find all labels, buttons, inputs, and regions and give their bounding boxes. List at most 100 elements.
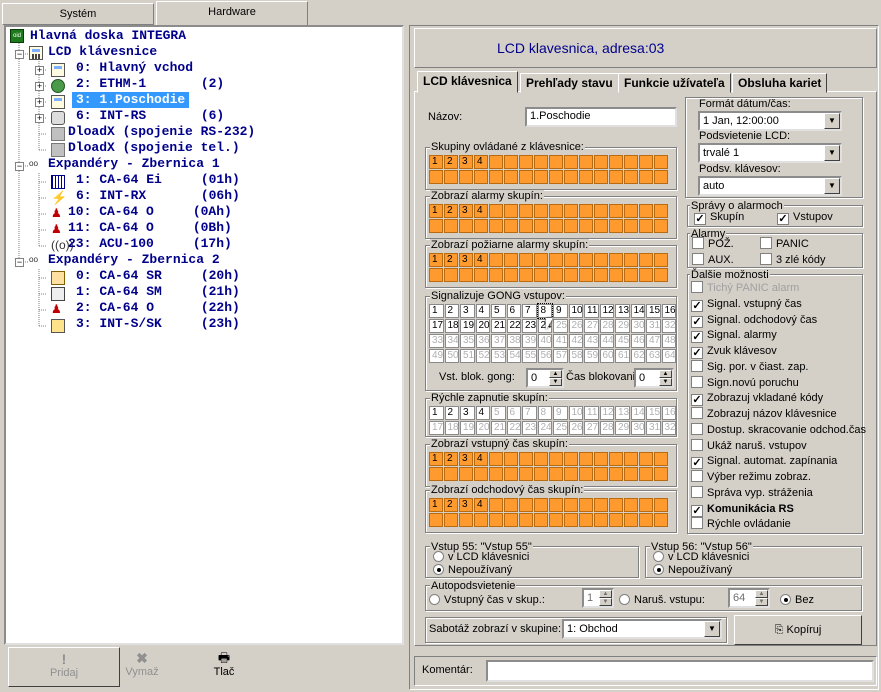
group-cell[interactable] xyxy=(549,170,563,184)
group-cell[interactable]: 4 xyxy=(474,452,488,466)
option-checkbox[interactable]: Dostup. skracovanie odchod.čas xyxy=(691,422,866,437)
group-cell[interactable] xyxy=(429,467,443,481)
group-cell[interactable] xyxy=(624,155,638,169)
gong-input-cell[interactable]: 53 xyxy=(491,349,506,363)
tree-item-expander[interactable]: 3: INT-S/SK (23h) xyxy=(76,316,240,332)
quick-arm-cell[interactable]: 23 xyxy=(522,421,537,435)
quick-arm-cell[interactable]: 32 xyxy=(661,421,676,435)
group-cell[interactable] xyxy=(489,155,503,169)
group-cell[interactable] xyxy=(489,498,503,512)
group-cell[interactable] xyxy=(459,170,473,184)
quick-arm-cell[interactable]: 14 xyxy=(630,406,645,420)
gong-input-cell[interactable]: 61 xyxy=(615,349,630,363)
name-field[interactable]: 1.Poschodie xyxy=(525,107,677,127)
group-cell[interactable] xyxy=(474,219,488,233)
quick-arm-cell[interactable]: 15 xyxy=(646,406,661,420)
auto-backlight-entry-spinner[interactable]: 1 ▲ ▼ xyxy=(582,588,614,608)
group-cell[interactable] xyxy=(654,513,668,527)
option-checkbox[interactable]: Ukáž naruš. vstupov xyxy=(691,438,807,453)
group-cell[interactable] xyxy=(519,155,533,169)
auto-backlight-breach-spinner[interactable]: 64 ▲ ▼ xyxy=(728,588,770,608)
group-cell[interactable] xyxy=(429,268,443,282)
group-cell[interactable] xyxy=(654,219,668,233)
group-cell[interactable] xyxy=(594,498,608,512)
tree-item-keypad-selected[interactable]: 3: 1.Poschodie xyxy=(72,92,190,108)
group-cell[interactable] xyxy=(564,155,578,169)
group-cell[interactable]: 4 xyxy=(474,498,488,512)
chevron-down-icon[interactable]: ▼ xyxy=(824,145,840,161)
wrong-codes-checkbox[interactable]: 3 zlé kódy xyxy=(760,253,826,267)
group-cell[interactable] xyxy=(609,253,623,267)
tree-item-expander[interactable]: 10: CA-64 O (0Ah) xyxy=(68,204,232,220)
group-cell[interactable] xyxy=(654,204,668,218)
group-cell[interactable] xyxy=(624,219,638,233)
tree-item-keypad[interactable]: 2: ETHM-1 (2) xyxy=(76,76,224,92)
group-cell[interactable] xyxy=(489,513,503,527)
group-cell[interactable] xyxy=(609,513,623,527)
gong-input-cell[interactable]: 57 xyxy=(553,349,568,363)
group-cell[interactable] xyxy=(564,498,578,512)
group-cell[interactable] xyxy=(549,513,563,527)
quick-arm-cell[interactable]: 30 xyxy=(630,421,645,435)
group-cell[interactable] xyxy=(549,452,563,466)
gong-input-cell[interactable]: 27 xyxy=(584,319,599,333)
quick-arm-cell[interactable]: 17 xyxy=(429,421,444,435)
group-cell[interactable] xyxy=(459,467,473,481)
gong-input-cell[interactable]: 4 xyxy=(475,304,490,318)
group-cell[interactable] xyxy=(519,268,533,282)
group-cell[interactable] xyxy=(579,467,593,481)
group-cell[interactable] xyxy=(624,268,638,282)
group-cell[interactable] xyxy=(549,467,563,481)
controlled-groups-grid[interactable]: 1234 xyxy=(429,155,668,184)
option-checkbox[interactable]: Rýchle ovládanie xyxy=(691,517,791,531)
spin-down-icon[interactable]: ▼ xyxy=(755,598,768,606)
quick-arm-cell[interactable]: 7 xyxy=(522,406,537,420)
tree-item-expander[interactable]: 23: ACU-100 (17h) xyxy=(68,236,232,252)
gong-input-cell[interactable]: 21 xyxy=(491,319,506,333)
expand-icon[interactable]: + xyxy=(35,66,44,75)
gong-input-cell[interactable]: 1 xyxy=(429,304,444,318)
group-cell[interactable] xyxy=(534,268,548,282)
panic-checkbox[interactable]: PANIC xyxy=(760,237,809,251)
quick-arm-cell[interactable]: 5 xyxy=(491,406,506,420)
gong-input-cell[interactable]: 22 xyxy=(506,319,521,333)
tree-item-expander[interactable]: 0: CA-64 SR (20h) xyxy=(76,268,240,284)
spin-down-icon[interactable]: ▼ xyxy=(599,598,612,606)
alarm-groups-grid[interactable]: 1234 xyxy=(429,204,668,233)
tree-item-expander[interactable]: 2: CA-64 O (22h) xyxy=(76,300,240,316)
group-cell[interactable] xyxy=(519,513,533,527)
group-cell[interactable] xyxy=(474,170,488,184)
group-cell[interactable] xyxy=(534,155,548,169)
chevron-down-icon[interactable]: ▼ xyxy=(824,113,840,129)
group-cell[interactable] xyxy=(594,268,608,282)
group-cell[interactable] xyxy=(504,498,518,512)
group-cell[interactable] xyxy=(429,513,443,527)
group-cell[interactable] xyxy=(444,467,458,481)
gong-input-cell[interactable]: 50 xyxy=(444,349,459,363)
group-cell[interactable] xyxy=(579,268,593,282)
tree-item-expanders-bus1[interactable]: Expandéry - Zbernica 1 xyxy=(48,156,220,172)
gong-input-cell[interactable]: 25 xyxy=(553,319,568,333)
tree-item-keypad[interactable]: 0: Hlavný vchod xyxy=(76,60,193,76)
group-cell[interactable] xyxy=(489,253,503,267)
group-cell[interactable] xyxy=(564,452,578,466)
gong-input-cell[interactable]: 49 xyxy=(429,349,444,363)
group-cell[interactable] xyxy=(579,204,593,218)
tab-hardware[interactable]: Hardware xyxy=(156,1,308,25)
gong-input-cell[interactable]: 6 xyxy=(506,304,521,318)
group-cell[interactable] xyxy=(564,219,578,233)
group-cell[interactable] xyxy=(609,219,623,233)
quick-arm-cell[interactable]: 26 xyxy=(568,421,583,435)
group-cell[interactable]: 4 xyxy=(474,155,488,169)
group-cell[interactable] xyxy=(579,498,593,512)
group-cell[interactable] xyxy=(489,219,503,233)
gong-input-cell[interactable]: 42 xyxy=(568,334,583,348)
group-cell[interactable] xyxy=(579,155,593,169)
group-cell[interactable] xyxy=(519,253,533,267)
group-cell[interactable] xyxy=(639,219,653,233)
key-backlight-select[interactable]: auto ▼ xyxy=(698,176,842,196)
group-cell[interactable] xyxy=(609,452,623,466)
tree-item-mainboard[interactable]: Hlavná doska INTEGRA xyxy=(30,28,186,44)
option-checkbox[interactable]: Výber režimu zobraz. xyxy=(691,470,811,484)
option-checkbox[interactable]: Správa vyp. stráženia xyxy=(691,485,813,500)
